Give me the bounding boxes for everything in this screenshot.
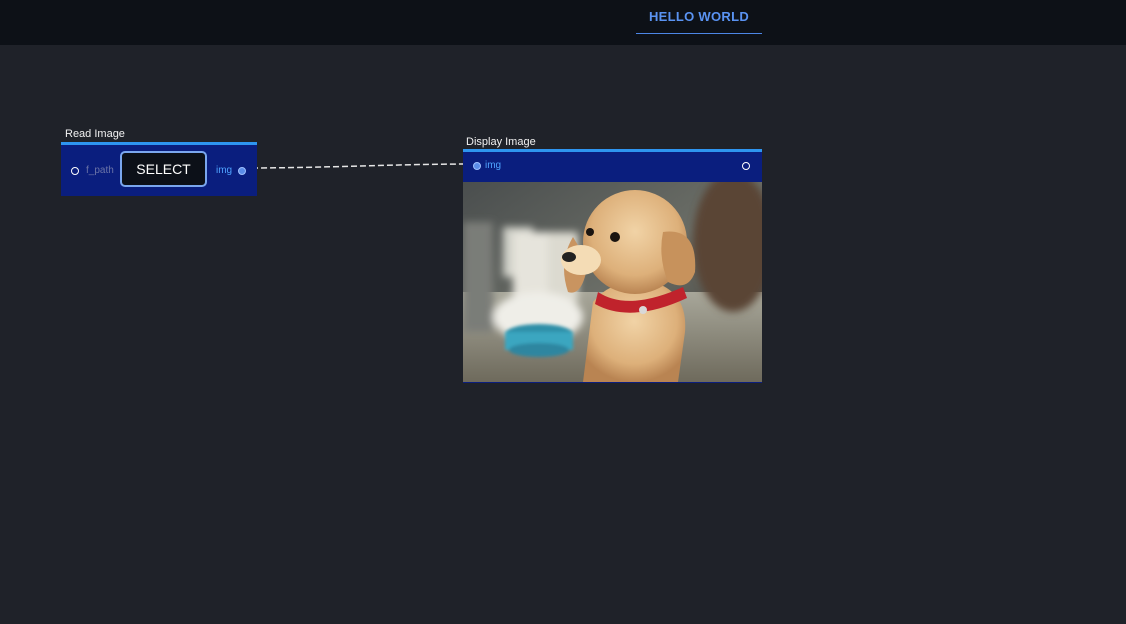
tab-hello-world[interactable]: HELLO WORLD (636, 0, 762, 34)
img-output-port[interactable] (238, 167, 246, 175)
top-bar: HELLO WORLD (0, 0, 1126, 45)
node-canvas[interactable]: Read Image f_path SELECT img Display Ima… (0, 45, 1126, 624)
display-image-node-title: Display Image (466, 136, 536, 148)
image-preview (463, 182, 762, 382)
f-path-port-label: f_path (86, 165, 114, 176)
display-image-node[interactable]: img (463, 149, 762, 383)
img-input-port[interactable] (473, 162, 481, 170)
img-input-port-label: img (485, 160, 502, 171)
read-image-node[interactable]: f_path SELECT img (61, 142, 257, 196)
f-path-input-port[interactable] (71, 167, 79, 175)
display-output-port[interactable] (742, 162, 750, 170)
img-output-port-label: img (216, 165, 233, 176)
select-file-button[interactable]: SELECT (120, 151, 207, 187)
puppy-photo-icon (463, 182, 762, 382)
read-image-node-title: Read Image (65, 128, 125, 140)
